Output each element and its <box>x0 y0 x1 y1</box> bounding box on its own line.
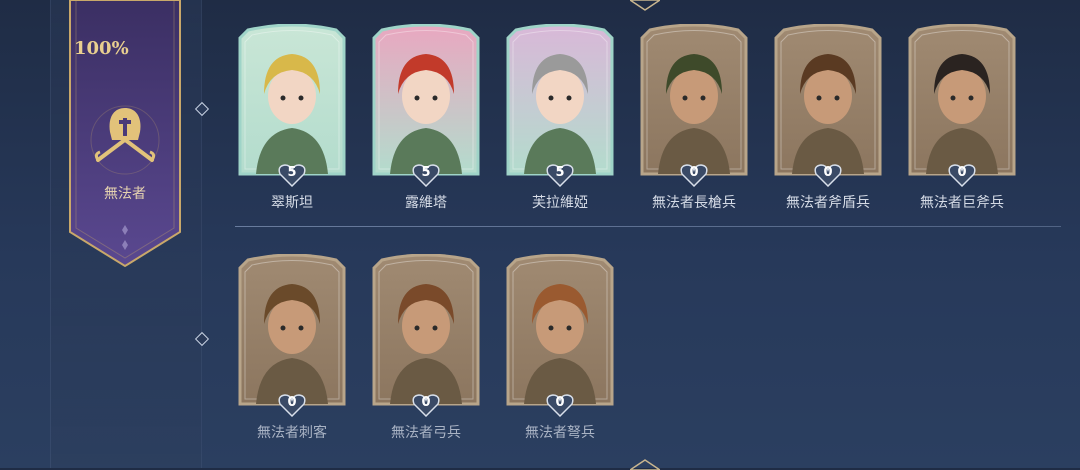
heart-badge-icon: 0 <box>948 163 976 188</box>
character-name: 無法者長槍兵 <box>652 195 736 211</box>
faction-name: 無法者 <box>104 186 146 202</box>
bottom-ornament-icon <box>630 459 660 470</box>
character-name: 芙拉維婭 <box>532 195 588 211</box>
character-name: 無法者弩兵 <box>525 425 595 441</box>
character-card[interactable]: 5 <box>502 24 618 188</box>
heart-badge-icon: 0 <box>412 393 440 418</box>
character-name: 露維塔 <box>405 195 447 211</box>
character-card[interactable]: 0 <box>636 24 752 188</box>
character-count: 0 <box>287 395 297 410</box>
heart-badge-icon: 0 <box>546 393 574 418</box>
character-count: 0 <box>421 395 431 410</box>
character-count: 5 <box>421 165 431 180</box>
heart-badge-icon: 0 <box>278 393 306 418</box>
character-card[interactable]: 0 <box>234 254 350 418</box>
top-ornament-icon <box>630 0 660 11</box>
character-name: 無法者弓兵 <box>391 425 461 441</box>
faction-banner[interactable]: 100% 無法者 <box>68 0 182 268</box>
heart-badge-icon: 0 <box>680 163 708 188</box>
character-count: 5 <box>555 165 565 180</box>
character-card[interactable]: 5 <box>368 24 484 188</box>
completion-percent: 100% <box>74 38 129 59</box>
character-name: 翠斯坦 <box>271 195 313 211</box>
character-card[interactable]: 5 <box>234 24 350 188</box>
character-name: 無法者巨斧兵 <box>920 195 1004 211</box>
character-count: 0 <box>689 165 699 180</box>
heart-badge-icon: 5 <box>412 163 440 188</box>
character-card[interactable]: 0 <box>502 254 618 418</box>
character-card[interactable]: 0 <box>770 24 886 188</box>
heart-badge-icon: 5 <box>546 163 574 188</box>
character-name: 無法者斧盾兵 <box>786 195 870 211</box>
heart-badge-icon: 0 <box>814 163 842 188</box>
character-count: 0 <box>957 165 967 180</box>
character-count: 0 <box>555 395 565 410</box>
character-count: 5 <box>287 165 297 180</box>
character-card[interactable]: 0 <box>904 24 1020 188</box>
character-card[interactable]: 0 <box>368 254 484 418</box>
row-divider <box>235 226 1061 227</box>
heart-badge-icon: 5 <box>278 163 306 188</box>
character-count: 0 <box>823 165 833 180</box>
character-name: 無法者刺客 <box>257 425 327 441</box>
